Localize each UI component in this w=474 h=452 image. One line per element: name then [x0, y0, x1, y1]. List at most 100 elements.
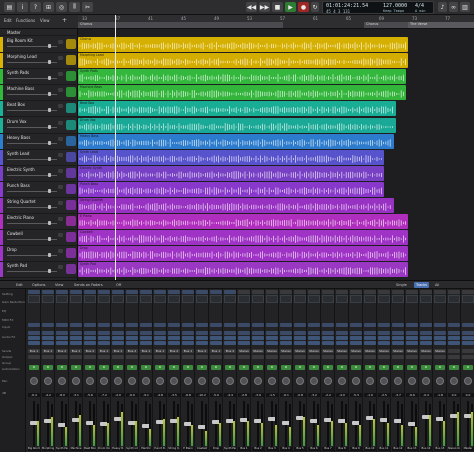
forward-button[interactable]: ▶▶	[259, 2, 270, 12]
track-header-row[interactable]: Morphing Lead	[0, 53, 78, 70]
output-slot[interactable]	[462, 355, 474, 359]
input-slot[interactable]	[224, 323, 236, 327]
arrangement-marker[interactable]: The Verse	[408, 22, 474, 28]
output-slot[interactable]	[28, 355, 40, 359]
smart-controls-button[interactable]: ◎	[56, 2, 67, 12]
volume-knob[interactable]	[48, 108, 51, 113]
setting-slot[interactable]	[98, 290, 110, 294]
setting-slot[interactable]	[364, 290, 376, 294]
fader-track[interactable]	[257, 401, 259, 447]
automation-read-button[interactable]: R	[309, 365, 319, 370]
eq-thumbnail[interactable]	[378, 295, 390, 303]
input-slot[interactable]	[350, 323, 362, 327]
output-slot[interactable]	[140, 355, 152, 359]
audio-fx-slot[interactable]	[56, 331, 68, 335]
output-slot[interactable]	[98, 355, 110, 359]
volume-knob[interactable]	[48, 221, 51, 226]
input-slot[interactable]	[112, 323, 124, 327]
audio-fx-slot[interactable]	[420, 331, 432, 335]
view-tab-single[interactable]: Single	[396, 283, 407, 287]
mute-button[interactable]	[58, 88, 63, 93]
eq-thumbnail[interactable]	[364, 295, 376, 303]
audio-fx-slot[interactable]	[238, 331, 250, 335]
automation-read-button[interactable]: R	[99, 365, 109, 370]
input-slot[interactable]	[70, 323, 82, 327]
automation-read-button[interactable]: R	[57, 365, 67, 370]
input-slot[interactable]	[140, 323, 152, 327]
audio-fx-slot[interactable]	[378, 336, 390, 340]
automation-read-button[interactable]: R	[253, 365, 263, 370]
setting-slot[interactable]	[392, 290, 404, 294]
output-slot[interactable]	[336, 355, 348, 359]
eq-thumbnail[interactable]	[196, 295, 208, 303]
automation-read-button[interactable]: R	[267, 365, 277, 370]
pan-knob[interactable]	[72, 377, 80, 385]
audio-fx-slot[interactable]	[252, 336, 264, 340]
track-region[interactable]: String Quartet	[78, 198, 394, 213]
output-slot[interactable]	[154, 355, 166, 359]
eq-thumbnail[interactable]	[56, 295, 68, 303]
input-slot[interactable]	[434, 323, 446, 327]
automation-read-button[interactable]: R	[281, 365, 291, 370]
pan-knob[interactable]	[86, 377, 94, 385]
audio-fx-slot[interactable]	[392, 336, 404, 340]
setting-slot[interactable]	[350, 290, 362, 294]
audio-fx-slot[interactable]	[56, 341, 68, 345]
fader-track[interactable]	[313, 401, 315, 447]
output-slot[interactable]	[252, 355, 264, 359]
automation-read-button[interactable]: R	[351, 365, 361, 370]
audio-fx-slot[interactable]	[462, 336, 474, 340]
setting-slot[interactable]	[182, 290, 194, 294]
pan-knob[interactable]	[44, 377, 52, 385]
input-slot[interactable]	[462, 323, 474, 327]
output-slot[interactable]	[84, 355, 96, 359]
audio-fx-slot[interactable]	[98, 341, 110, 345]
track-header-row[interactable]: Machine Bass	[0, 85, 78, 102]
arrange-area[interactable]: Chorus Morphing Lead Synth Pads Machine Bas…	[78, 29, 474, 280]
output-slot[interactable]	[126, 355, 138, 359]
fader-track[interactable]	[271, 401, 273, 447]
audio-fx-slot[interactable]	[350, 341, 362, 345]
setting-slot[interactable]	[84, 290, 96, 294]
audio-fx-slot[interactable]	[322, 336, 334, 340]
setting-slot[interactable]	[140, 290, 152, 294]
track-header-row[interactable]: Synth Lead	[0, 149, 78, 166]
audio-fx-slot[interactable]	[280, 331, 292, 335]
tuner-button[interactable]: ♪	[438, 2, 447, 12]
mute-button[interactable]	[58, 104, 63, 109]
audio-fx-slot[interactable]	[266, 336, 278, 340]
audio-fx-slot[interactable]	[168, 341, 180, 345]
input-slot[interactable]	[84, 323, 96, 327]
audio-fx-slot[interactable]	[182, 336, 194, 340]
automation-read-button[interactable]: R	[323, 365, 333, 370]
track-region[interactable]: Chorus	[78, 37, 408, 52]
input-slot[interactable]	[98, 323, 110, 327]
audio-fx-slot[interactable]	[308, 331, 320, 335]
audio-fx-slot[interactable]	[266, 341, 278, 345]
volume-knob[interactable]	[48, 60, 51, 65]
automation-read-button[interactable]: R	[43, 365, 53, 370]
audio-fx-slot[interactable]	[98, 331, 110, 335]
mute-button[interactable]	[58, 249, 63, 254]
track-header-row[interactable]: Drop	[0, 246, 78, 263]
master-track-row[interactable]: Master	[0, 29, 78, 36]
audio-fx-slot[interactable]	[336, 341, 348, 345]
pan-knob[interactable]	[296, 377, 304, 385]
automation-read-button[interactable]: R	[463, 365, 473, 370]
pan-knob[interactable]	[310, 377, 318, 385]
add-track-icon[interactable]: +	[62, 17, 67, 24]
audio-fx-slot[interactable]	[42, 341, 54, 345]
audio-fx-slot[interactable]	[280, 336, 292, 340]
audio-fx-slot[interactable]	[210, 341, 222, 345]
fader-track[interactable]	[243, 401, 245, 447]
output-slot[interactable]	[364, 355, 376, 359]
output-slot[interactable]	[280, 355, 292, 359]
mute-button[interactable]	[58, 120, 63, 125]
audio-fx-slot[interactable]	[126, 331, 138, 335]
track-region[interactable]: Machine Bass	[78, 85, 406, 101]
track-region[interactable]: Synth Pads	[78, 69, 406, 85]
pan-knob[interactable]	[30, 377, 38, 385]
track-header-row[interactable]: String Quartet	[0, 198, 78, 214]
setting-slot[interactable]	[42, 290, 54, 294]
setting-slot[interactable]	[448, 290, 460, 294]
